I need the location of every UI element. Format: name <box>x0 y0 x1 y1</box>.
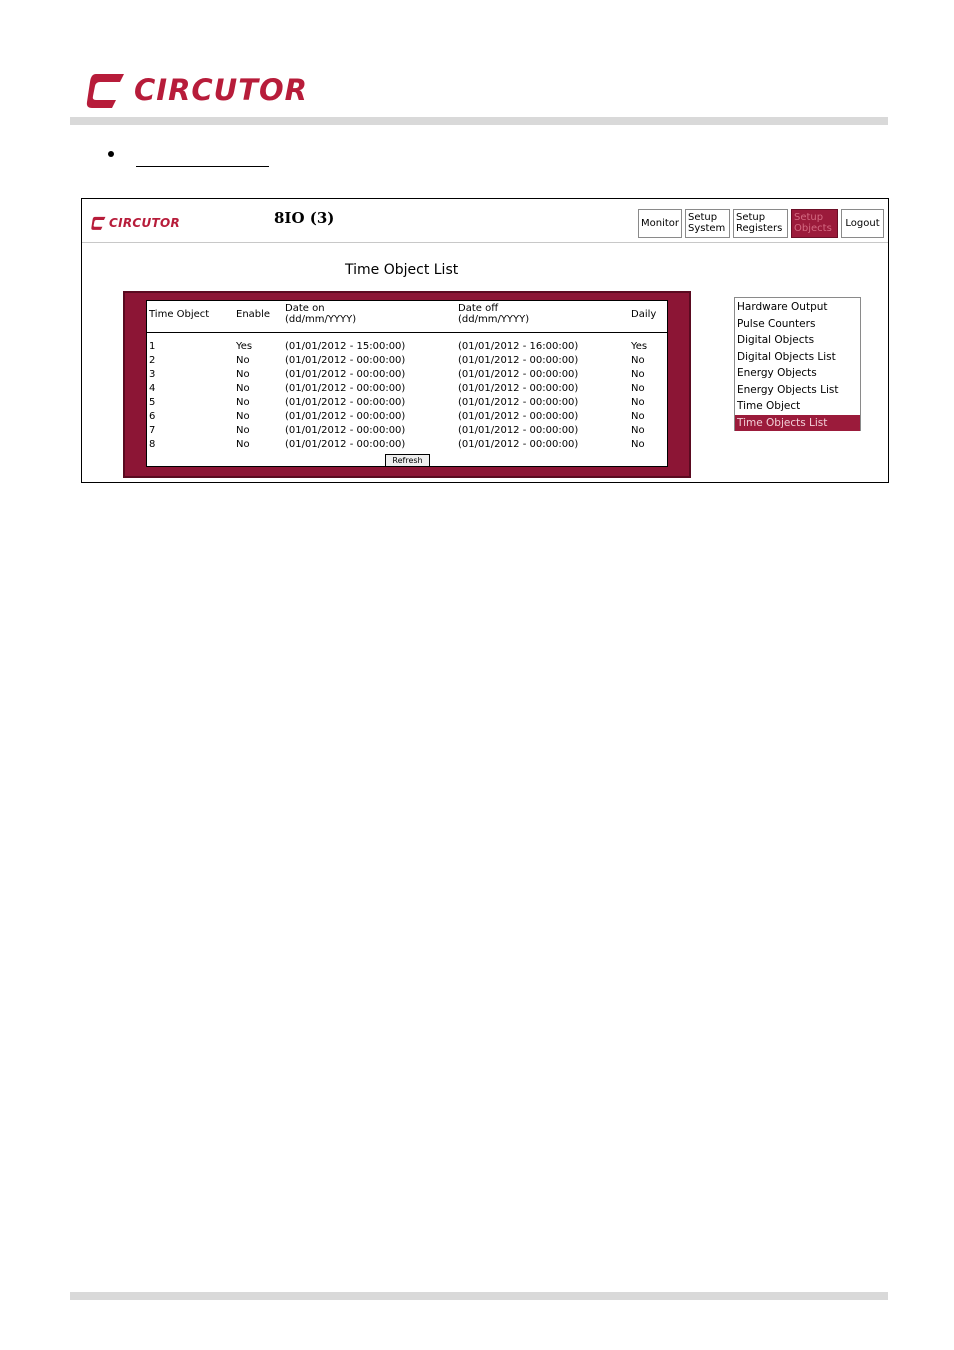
table-row: 4 No (01/01/2012 - 00:00:00) (01/01/2012… <box>147 382 667 396</box>
header-rule <box>70 117 888 125</box>
cell-date-on: (01/01/2012 - 00:00:00) <box>285 397 406 408</box>
cell-daily: No <box>631 383 645 394</box>
document-brand-text: CIRCUTOR <box>134 73 308 107</box>
menu-item-digital-objects-list[interactable]: Digital Objects List <box>735 349 860 366</box>
cell-date-on: (01/01/2012 - 00:00:00) <box>285 439 406 450</box>
cell-date-off: (01/01/2012 - 00:00:00) <box>458 369 579 380</box>
cell-date-on: (01/01/2012 - 00:00:00) <box>285 411 406 422</box>
cell-id: 5 <box>149 397 156 408</box>
nav-logout-button[interactable]: Logout <box>841 209 884 238</box>
cell-daily: No <box>631 411 645 422</box>
device-logo: CIRCUTOR <box>91 215 180 231</box>
cell-daily: No <box>631 439 645 450</box>
cell-id: 2 <box>149 355 156 366</box>
nav-monitor-label: Monitor <box>641 218 680 229</box>
cell-date-on: (01/01/2012 - 00:00:00) <box>285 383 406 394</box>
header-date-on-line2: (dd/mm/YYYY) <box>285 314 357 325</box>
cell-enable: No <box>236 383 250 394</box>
cell-enable: No <box>236 355 250 366</box>
circutor-logo-icon <box>86 74 124 108</box>
menu-item-hardware-output[interactable]: Hardware Output <box>735 299 860 316</box>
refresh-button[interactable]: Refresh <box>385 454 430 467</box>
cell-date-on: (01/01/2012 - 15:00:00) <box>285 341 406 352</box>
cell-date-off: (01/01/2012 - 00:00:00) <box>458 397 579 408</box>
menu-item-time-objects-list[interactable]: Time Objects List <box>735 414 860 431</box>
table-row: 2 No (01/01/2012 - 00:00:00) (01/01/2012… <box>147 354 667 368</box>
table-row: 5 No (01/01/2012 - 00:00:00) (01/01/2012… <box>147 396 667 410</box>
header-enable: Enable <box>236 309 271 320</box>
table-row: 6 No (01/01/2012 - 00:00:00) (01/01/2012… <box>147 410 667 424</box>
menu-item-digital-objects[interactable]: Digital Objects <box>735 332 860 349</box>
nav-setup-registers-button[interactable]: Setup Registers <box>733 209 788 238</box>
cell-id: 1 <box>149 341 156 352</box>
header-date-on-line1: Date on <box>285 303 325 314</box>
bullet-point <box>108 151 114 157</box>
cell-date-off: (01/01/2012 - 00:00:00) <box>458 355 579 366</box>
setup-objects-menu: Hardware Output Pulse Counters Digital O… <box>734 297 861 431</box>
cell-id: 8 <box>149 439 156 450</box>
header-daily: Daily <box>631 309 657 320</box>
cell-id: 3 <box>149 369 156 380</box>
cell-date-on: (01/01/2012 - 00:00:00) <box>285 425 406 436</box>
cell-enable: No <box>236 425 250 436</box>
footer-rule <box>70 1292 888 1300</box>
page-title: Time Object List <box>345 262 459 278</box>
nav-logout-label: Logout <box>845 218 880 229</box>
cell-daily: No <box>631 397 645 408</box>
document-logo: CIRCUTOR <box>86 70 308 110</box>
cell-enable: No <box>236 397 250 408</box>
device-title: 8IO (3) <box>274 209 335 227</box>
cell-id: 7 <box>149 425 156 436</box>
cell-enable: No <box>236 369 250 380</box>
nav-setup-registers-line1: Setup <box>736 212 766 223</box>
table-row: 3 No (01/01/2012 - 00:00:00) (01/01/2012… <box>147 368 667 382</box>
table-header: Time Object Enable Date on (dd/mm/YYYY) … <box>147 301 667 333</box>
nav-setup-objects-button[interactable]: Setup Objects <box>791 209 838 238</box>
device-topbar: CIRCUTOR 8IO (3) Monitor Setup System Se… <box>82 199 888 243</box>
cell-date-off: (01/01/2012 - 00:00:00) <box>458 425 579 436</box>
menu-item-time-object[interactable]: Time Object <box>735 398 860 415</box>
nav-monitor-button[interactable]: Monitor <box>638 209 682 238</box>
cell-enable: No <box>236 411 250 422</box>
cell-daily: Yes <box>631 341 648 352</box>
cell-date-on: (01/01/2012 - 00:00:00) <box>285 355 406 366</box>
cell-id: 4 <box>149 383 156 394</box>
circutor-small-logo-icon <box>91 216 106 230</box>
nav-setup-registers-line2: Registers <box>736 223 783 234</box>
device-web-ui: CIRCUTOR 8IO (3) Monitor Setup System Se… <box>81 198 889 483</box>
cell-daily: No <box>631 355 645 366</box>
device-brand-text: CIRCUTOR <box>109 216 181 230</box>
cell-enable: No <box>236 439 250 450</box>
header-time-object: Time Object <box>149 309 210 320</box>
nav-setup-objects-line1: Setup <box>794 212 824 223</box>
menu-item-energy-objects-list[interactable]: Energy Objects List <box>735 382 860 399</box>
cell-id: 6 <box>149 411 156 422</box>
cell-daily: No <box>631 369 645 380</box>
header-date-off-line1: Date off <box>458 303 499 314</box>
table-row: 8 No (01/01/2012 - 00:00:00) (01/01/2012… <box>147 438 667 452</box>
nav-setup-objects-line2: Objects <box>794 223 832 234</box>
cell-date-off: (01/01/2012 - 00:00:00) <box>458 383 579 394</box>
cell-enable: Yes <box>236 341 253 352</box>
nav-setup-system-line2: System <box>688 223 726 234</box>
table-row: 1 Yes (01/01/2012 - 15:00:00) (01/01/201… <box>147 340 667 354</box>
header-date-off-line2: (dd/mm/YYYY) <box>458 314 530 325</box>
header-date-on: Date on (dd/mm/YYYY) <box>285 303 356 325</box>
nav-setup-system-button[interactable]: Setup System <box>685 209 730 238</box>
bullet-underline <box>136 166 269 167</box>
cell-date-off: (01/01/2012 - 00:00:00) <box>458 411 579 422</box>
time-object-table: Time Object Enable Date on (dd/mm/YYYY) … <box>146 300 668 467</box>
header-date-off: Date off (dd/mm/YYYY) <box>458 303 529 325</box>
cell-date-off: (01/01/2012 - 00:00:00) <box>458 439 579 450</box>
menu-item-pulse-counters[interactable]: Pulse Counters <box>735 316 860 333</box>
time-object-table-panel: Time Object Enable Date on (dd/mm/YYYY) … <box>123 291 691 478</box>
cell-date-on: (01/01/2012 - 00:00:00) <box>285 369 406 380</box>
cell-daily: No <box>631 425 645 436</box>
nav-setup-system-line1: Setup <box>688 212 718 223</box>
menu-item-energy-objects[interactable]: Energy Objects <box>735 365 860 382</box>
table-row: 7 No (01/01/2012 - 00:00:00) (01/01/2012… <box>147 424 667 438</box>
cell-date-off: (01/01/2012 - 16:00:00) <box>458 341 579 352</box>
